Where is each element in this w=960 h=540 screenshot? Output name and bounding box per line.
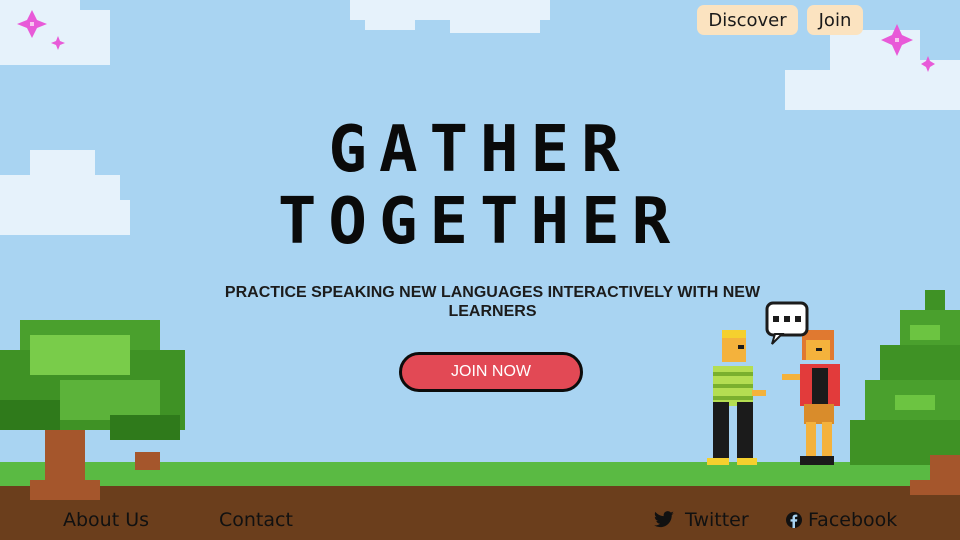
character-boy bbox=[707, 330, 766, 465]
cloud-top-left bbox=[0, 0, 110, 65]
character-girl bbox=[782, 330, 840, 465]
hero-title-line2: TOGETHER bbox=[277, 185, 683, 259]
landing-page: Discover Join GATHER TOGETHER PRACTICE S… bbox=[0, 0, 960, 540]
twitter-link[interactable]: Twitter bbox=[653, 507, 749, 533]
about-us-link[interactable]: About Us bbox=[63, 507, 149, 533]
facebook-label: Facebook bbox=[808, 509, 898, 531]
twitter-icon bbox=[654, 511, 674, 528]
background-illustration bbox=[0, 0, 960, 540]
facebook-icon bbox=[786, 512, 802, 528]
hero-subtitle: PRACTICE SPEAKING NEW LANGUAGES INTERACT… bbox=[224, 284, 761, 320]
twitter-label: Twitter bbox=[685, 509, 749, 531]
contact-link[interactable]: Contact bbox=[219, 507, 293, 533]
speech-bubble-icon bbox=[765, 301, 809, 345]
join-now-button[interactable]: JOIN NOW bbox=[399, 352, 583, 392]
cloud-top-right bbox=[785, 30, 960, 110]
discover-button[interactable]: Discover bbox=[697, 5, 798, 35]
join-button[interactable]: Join bbox=[807, 5, 863, 35]
tree-right bbox=[850, 290, 960, 495]
cloud-top-center bbox=[350, 0, 550, 33]
facebook-link[interactable]: Facebook bbox=[786, 507, 897, 533]
hero-title-line1: GATHER bbox=[328, 113, 632, 187]
